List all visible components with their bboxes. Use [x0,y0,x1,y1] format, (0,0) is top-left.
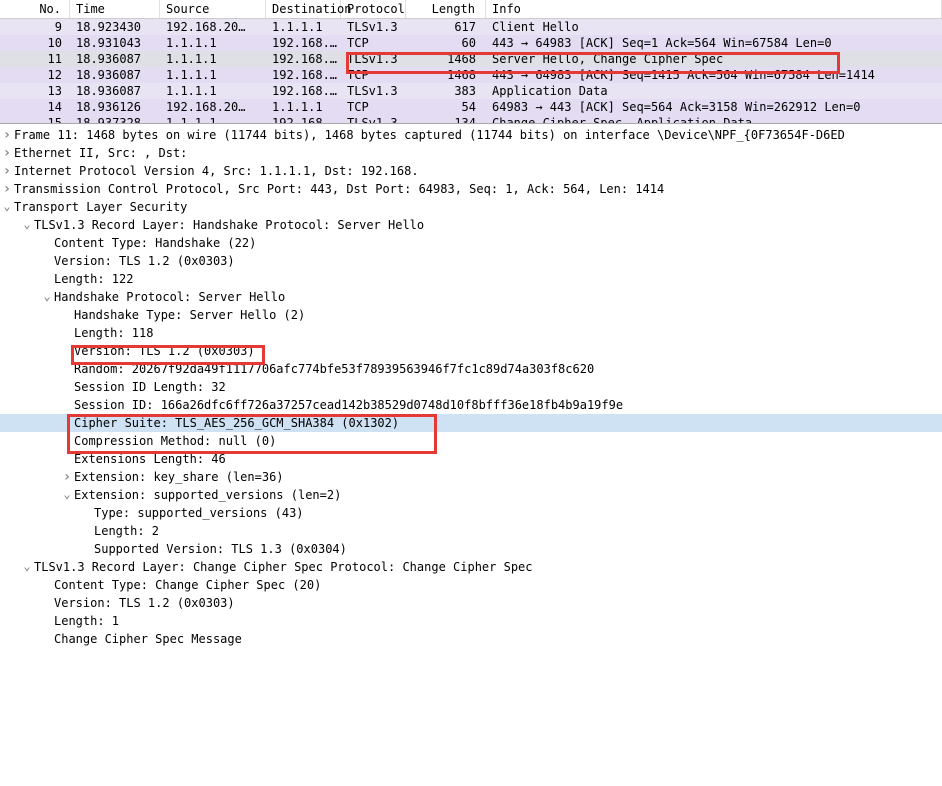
chevron-right-icon[interactable] [0,127,14,143]
tree-tcp[interactable]: Transmission Control Protocol, Src Port:… [0,180,942,198]
tree-hs-length[interactable]: Length: 118 [0,324,942,342]
cell-no: 10 [0,35,70,51]
packet-details: Frame 11: 1468 bytes on wire (11744 bits… [0,124,942,658]
chevron-right-icon[interactable] [0,181,14,197]
packet-row[interactable]: 1118.9360871.1.1.1192.168.…TLSv1.31468Se… [0,51,942,67]
cell-destination: 1.1.1.1 [266,99,341,115]
packet-row[interactable]: 1418.936126192.168.20…1.1.1.1TCP5464983 … [0,99,942,115]
cell-source: 192.168.20… [160,99,266,115]
packet-row[interactable]: 918.923430192.168.20…1.1.1.1TLSv1.3617Cl… [0,19,942,35]
cell-time: 18.936087 [70,51,160,67]
cell-destination: 192.168.… [266,51,341,67]
tree-ext-supported-versions[interactable]: Extension: supported_versions (len=2) [0,486,942,504]
cell-no: 12 [0,67,70,83]
tree-hs-version[interactable]: Version: TLS 1.2 (0x0303) [0,342,942,360]
tree-hs-type[interactable]: Handshake Type: Server Hello (2) [0,306,942,324]
col-header-info[interactable]: Info [486,0,942,18]
cell-time: 18.936087 [70,83,160,99]
cell-destination: 192.168.… [266,83,341,99]
cell-destination: 192.168.… [266,35,341,51]
tree-tls[interactable]: Transport Layer Security [0,198,942,216]
cell-time: 18.936087 [70,67,160,83]
tree-hs-random[interactable]: Random: 20267f92da49f1117706afc774bfe53f… [0,360,942,378]
chevron-right-icon[interactable] [60,469,74,485]
cell-no: 13 [0,83,70,99]
cell-protocol: TCP [341,99,406,115]
col-header-time[interactable]: Time [70,0,160,18]
tree-hs-cipher-suite[interactable]: Cipher Suite: TLS_AES_256_GCM_SHA384 (0x… [0,414,942,432]
tree-hs-sid-length[interactable]: Session ID Length: 32 [0,378,942,396]
chevron-down-icon[interactable] [60,487,74,503]
chevron-down-icon[interactable] [20,217,34,233]
tree-r1-version[interactable]: Version: TLS 1.2 (0x0303) [0,252,942,270]
cell-source: 192.168.20… [160,19,266,35]
col-header-protocol[interactable]: Protocol [341,0,406,18]
cell-no: 14 [0,99,70,115]
tree-frame[interactable]: Frame 11: 1468 bytes on wire (11744 bits… [0,126,942,144]
tree-r1-content-type[interactable]: Content Type: Handshake (22) [0,234,942,252]
chevron-down-icon[interactable] [20,559,34,575]
cell-info: 443 → 64983 [ACK] Seq=1 Ack=564 Win=6758… [486,35,942,51]
tree-handshake[interactable]: Handshake Protocol: Server Hello [0,288,942,306]
chevron-right-icon[interactable] [0,145,14,161]
cell-source: 1.1.1.1 [160,51,266,67]
cell-length: 383 [406,83,486,99]
cell-length: 54 [406,99,486,115]
tree-ip[interactable]: Internet Protocol Version 4, Src: 1.1.1.… [0,162,942,180]
cell-destination: 192.168.… [266,67,341,83]
cell-length: 1468 [406,51,486,67]
tree-hs-compression[interactable]: Compression Method: null (0) [0,432,942,450]
cell-info: Application Data [486,83,942,99]
chevron-right-icon[interactable] [0,163,14,179]
cell-length: 1468 [406,67,486,83]
cell-info: Client Hello [486,19,942,35]
cell-protocol: TCP [341,67,406,83]
cell-info: Server Hello, Change Cipher Spec [486,51,942,67]
col-header-no[interactable]: No. [0,0,70,18]
packet-list-header: No. Time Source Destination Protocol Len… [0,0,942,19]
col-header-length[interactable]: Length [406,0,486,18]
tree-r2-version[interactable]: Version: TLS 1.2 (0x0303) [0,594,942,612]
packet-list: No. Time Source Destination Protocol Len… [0,0,942,124]
chevron-down-icon[interactable] [40,289,54,305]
tree-ext-keyshare[interactable]: Extension: key_share (len=36) [0,468,942,486]
cell-destination: 1.1.1.1 [266,19,341,35]
packet-row-partial[interactable]: 1518.9373281.1.1.1192.168.…TLSv1.3134Cha… [0,115,942,123]
cell-time: 18.923430 [70,19,160,35]
chevron-down-icon[interactable] [0,199,14,215]
cell-source: 1.1.1.1 [160,67,266,83]
cell-length: 617 [406,19,486,35]
cell-no: 9 [0,19,70,35]
cell-protocol: TLSv1.3 [341,19,406,35]
cell-source: 1.1.1.1 [160,83,266,99]
cell-info: 64983 → 443 [ACK] Seq=564 Ack=3158 Win=2… [486,99,942,115]
col-header-source[interactable]: Source [160,0,266,18]
tree-r2-msg[interactable]: Change Cipher Spec Message [0,630,942,648]
packet-row[interactable]: 1018.9310431.1.1.1192.168.…TCP60443 → 64… [0,35,942,51]
tree-sv-type[interactable]: Type: supported_versions (43) [0,504,942,522]
tree-r2-content-type[interactable]: Content Type: Change Cipher Spec (20) [0,576,942,594]
cell-protocol: TLSv1.3 [341,83,406,99]
tree-r1-length[interactable]: Length: 122 [0,270,942,288]
cell-time: 18.936126 [70,99,160,115]
tree-ethernet[interactable]: Ethernet II, Src: , Dst: [0,144,942,162]
packet-row[interactable]: 1318.9360871.1.1.1192.168.…TLSv1.3383App… [0,83,942,99]
cell-protocol: TCP [341,35,406,51]
tree-r2-length[interactable]: Length: 1 [0,612,942,630]
cell-no: 11 [0,51,70,67]
tree-record2[interactable]: TLSv1.3 Record Layer: Change Cipher Spec… [0,558,942,576]
tree-sv-version[interactable]: Supported Version: TLS 1.3 (0x0304) [0,540,942,558]
tree-record1[interactable]: TLSv1.3 Record Layer: Handshake Protocol… [0,216,942,234]
cell-info: 443 → 64983 [ACK] Seq=1415 Ack=564 Win=6… [486,67,942,83]
cell-time: 18.931043 [70,35,160,51]
tree-hs-sid[interactable]: Session ID: 166a26dfc6ff726a37257cead142… [0,396,942,414]
cell-protocol: TLSv1.3 [341,51,406,67]
tree-sv-length[interactable]: Length: 2 [0,522,942,540]
packet-row[interactable]: 1218.9360871.1.1.1192.168.…TCP1468443 → … [0,67,942,83]
tree-hs-ext-length[interactable]: Extensions Length: 46 [0,450,942,468]
col-header-destination[interactable]: Destination [266,0,341,18]
cell-length: 60 [406,35,486,51]
cell-source: 1.1.1.1 [160,35,266,51]
